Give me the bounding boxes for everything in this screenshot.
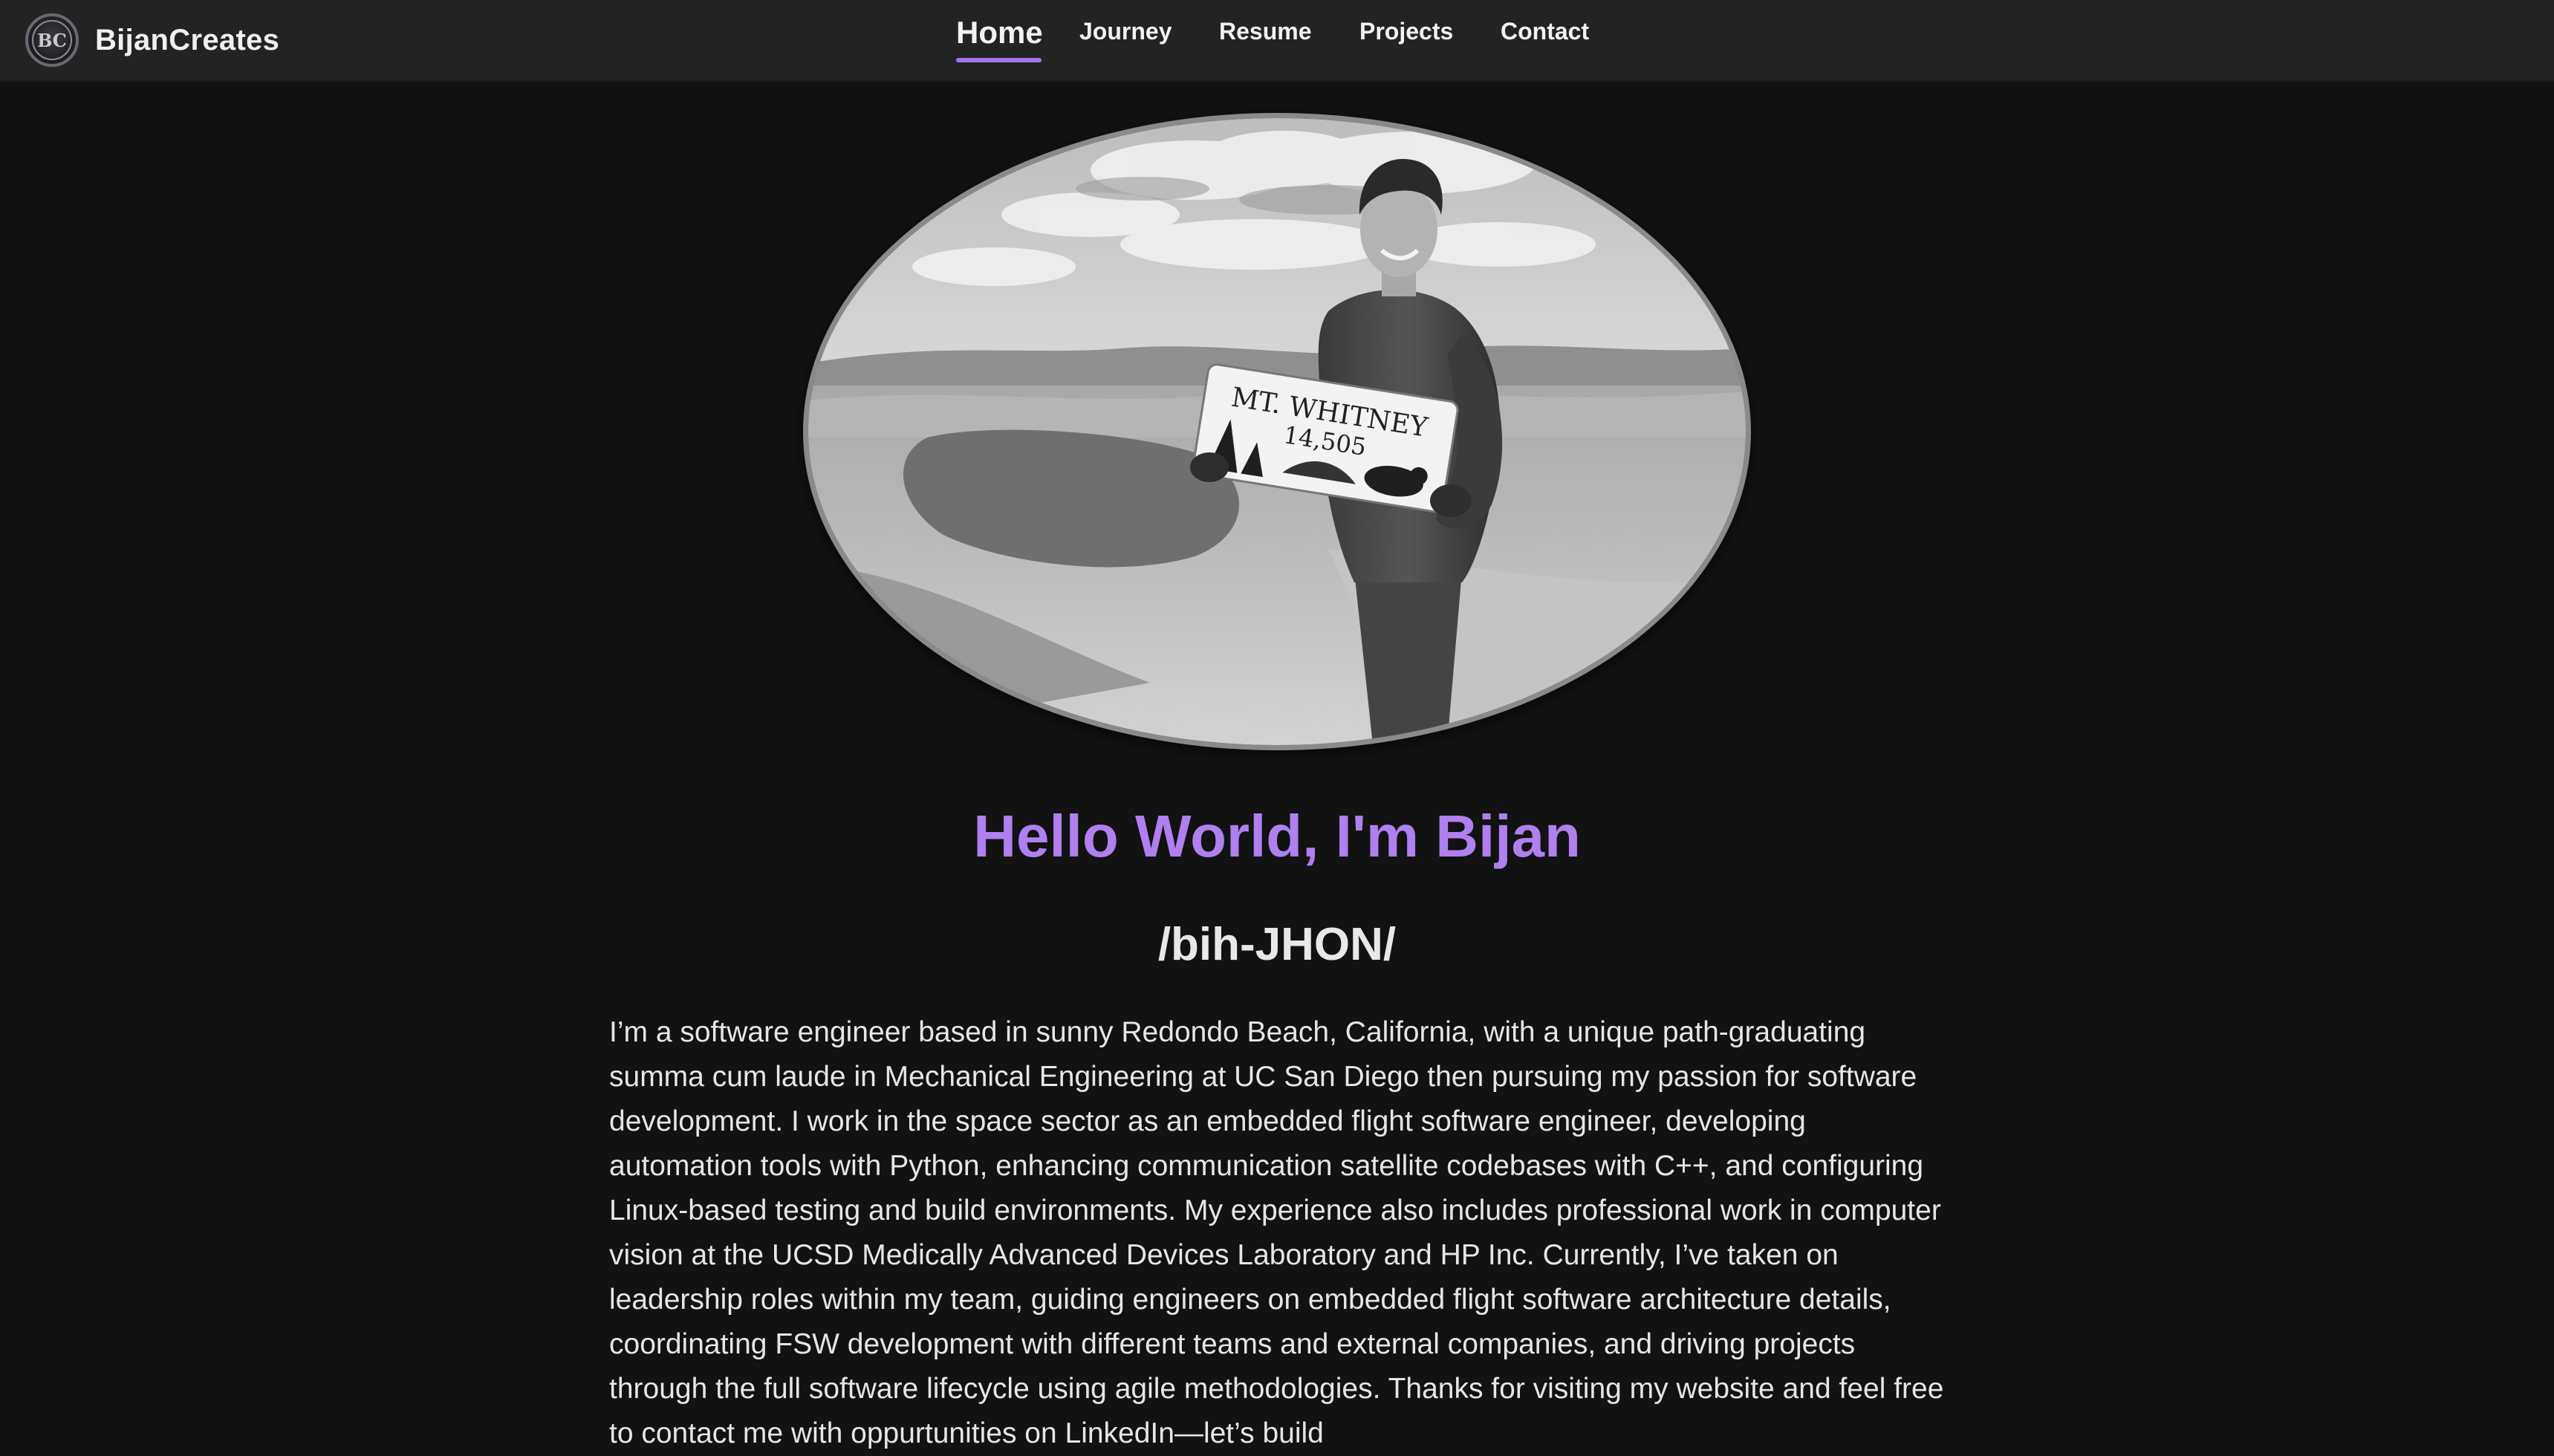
profile-photo: MT. WHITNEY 14,505 <box>803 113 1751 750</box>
nav-projects[interactable]: Projects <box>1359 18 1453 45</box>
main-nav: Home Journey Resume Projects Contact <box>0 0 2554 80</box>
nav-home[interactable]: Home <box>956 15 1043 51</box>
active-nav-underline <box>956 58 1042 62</box>
bio-paragraph: I’m a software engineer based in sunny R… <box>609 1016 1944 1449</box>
hero-title: Hello World, I'm Bijan <box>973 803 1581 869</box>
nav-journey[interactable]: Journey <box>1079 18 1172 45</box>
nav-contact[interactable]: Contact <box>1501 18 1589 45</box>
nav-resume[interactable]: Resume <box>1219 18 1312 45</box>
top-navbar: BC BijanCreates Home Journey Resume Proj… <box>0 0 2554 82</box>
name-pronunciation: /bih-JHON/ <box>1157 919 1397 970</box>
